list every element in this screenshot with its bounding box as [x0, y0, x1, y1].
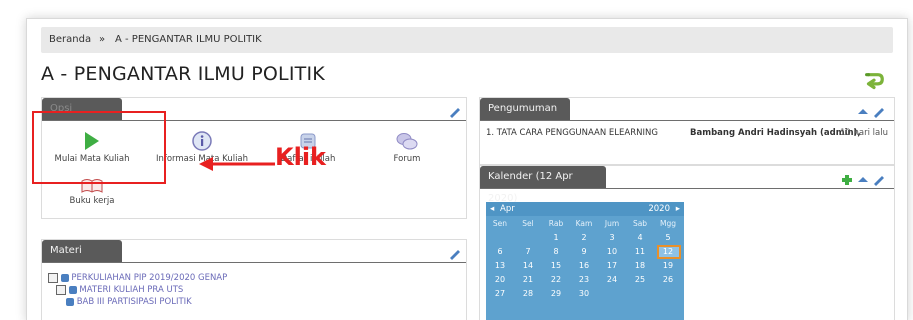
materi-header-line: [42, 262, 466, 263]
calendar-day[interactable]: 29: [544, 288, 568, 300]
info-icon: [192, 131, 212, 151]
edit-icon[interactable]: [872, 106, 886, 118]
calendar-day[interactable]: 16: [572, 260, 596, 272]
kalender-panel-title: Kalender (12 Apr 2020): [480, 166, 606, 204]
calendar-day[interactable]: 1: [544, 232, 568, 244]
calendar-day[interactable]: 20: [488, 274, 512, 286]
calendar-day-of-week: Sab: [632, 219, 648, 228]
calendar-day[interactable]: 24: [600, 274, 624, 286]
calendar-month[interactable]: Apr: [500, 202, 515, 216]
calendar-day[interactable]: 2: [572, 232, 596, 244]
calendar-day[interactable]: 30: [572, 288, 596, 300]
calendar-day-of-week: Sel: [522, 219, 534, 228]
opsi-item-label: Buku kerja: [69, 196, 115, 206]
highlight-box: [32, 111, 166, 184]
course-page: Beranda » A - PENGANTAR ILMU POLITIK A -…: [26, 18, 908, 320]
calendar-day[interactable]: 8: [544, 246, 568, 258]
course-section-icon: [66, 297, 74, 306]
breadcrumb: Beranda » A - PENGANTAR ILMU POLITIK: [41, 27, 893, 53]
opsi-item-forum[interactable]: Forum: [372, 130, 442, 164]
calendar-day-of-week: Sen: [492, 219, 508, 228]
calendar-day[interactable]: 26: [656, 274, 680, 286]
forum-icon: [396, 133, 418, 150]
materi-panel: Materi PERKULIAHAN PIP 2019/2020 GENAP M…: [41, 239, 467, 320]
calendar-day[interactable]: 14: [516, 260, 540, 272]
calendar-day[interactable]: 11: [628, 246, 652, 258]
breadcrumb-home-link[interactable]: Beranda: [49, 27, 91, 53]
edit-icon[interactable]: [448, 106, 462, 118]
tree-item-label[interactable]: MATERI KULIAH PRA UTS: [79, 285, 183, 295]
move-icon[interactable]: [856, 106, 870, 118]
calendar-day-of-week: Rab: [548, 219, 564, 228]
course-section-icon: [60, 273, 69, 282]
calendar-day-of-week: Mgg: [660, 219, 676, 228]
screen: Beranda » A - PENGANTAR ILMU POLITIK A -…: [0, 0, 913, 320]
edit-icon[interactable]: [872, 174, 886, 186]
materi-panel-title: Materi: [42, 240, 122, 262]
folder-icon: [56, 284, 66, 295]
pengumuman-header-line: [480, 120, 894, 121]
tree-item-label[interactable]: BAB III PARTISIPASI POLITIK: [77, 297, 192, 307]
calendar-day[interactable]: 15: [544, 260, 568, 272]
calendar-day[interactable]: 12: [656, 246, 680, 258]
calendar-day[interactable]: 21: [516, 274, 540, 286]
calendar-year[interactable]: 2020: [648, 202, 670, 216]
calendar-day[interactable]: 13: [488, 260, 512, 272]
calendar-widget: ◂ Apr 2020 ▸ Sen Sel Rab Kam Jum Sab Mgg 1 2 3 4 5 6…: [486, 202, 684, 320]
tree-item-label[interactable]: PERKULIAHAN PIP 2019/2020 GENAP: [71, 273, 227, 283]
calendar-day[interactable]: 7: [516, 246, 540, 258]
calendar-day[interactable]: 22: [544, 274, 568, 286]
calendar-day-of-week: Kam: [575, 219, 593, 228]
pengumuman-panel: Pengumuman 1. TATA CARA PENGGUNAAN ELEAR…: [479, 97, 895, 165]
calendar-next-icon[interactable]: ▸: [676, 202, 680, 216]
breadcrumb-separator: »: [99, 34, 106, 45]
breadcrumb-course[interactable]: A - PENGANTAR ILMU POLITIK: [115, 27, 262, 53]
move-icon[interactable]: [856, 174, 870, 186]
calendar-header: ◂ Apr 2020 ▸: [486, 202, 684, 216]
calendar-day[interactable]: 27: [488, 288, 512, 300]
edit-icon[interactable]: [448, 248, 462, 260]
announcement-title[interactable]: 1. TATA CARA PENGGUNAAN ELEARNING: [486, 128, 658, 138]
page-title: A - PENGANTAR ILMU POLITIK: [41, 63, 325, 85]
calendar-day[interactable]: 10: [600, 246, 624, 258]
calendar-day[interactable]: 4: [628, 232, 652, 244]
opsi-item-label: Forum: [393, 154, 421, 164]
tree-item[interactable]: PERKULIAHAN PIP 2019/2020 GENAP: [48, 272, 227, 284]
calendar-day[interactable]: 28: [516, 288, 540, 300]
kalender-panel: Kalender (12 Apr 2020) ◂ Apr 2020 ▸ Sen S…: [479, 165, 895, 320]
arrow-icon: [199, 157, 275, 171]
add-icon[interactable]: [840, 174, 854, 186]
course-section-icon: [68, 285, 77, 294]
calendar-day[interactable]: 17: [600, 260, 624, 272]
announcement-author: Bambang Andri Hadinsyah (admin),: [690, 128, 861, 138]
calendar-day[interactable]: 18: [628, 260, 652, 272]
calendar-day-of-week: Jum: [604, 219, 620, 228]
annotation-label: Klik: [275, 143, 327, 171]
tree-item[interactable]: MATERI KULIAH PRA UTS: [56, 284, 183, 296]
calendar-day[interactable]: 9: [572, 246, 596, 258]
calendar-day[interactable]: 19: [656, 260, 680, 272]
calendar-prev-icon[interactable]: ◂: [490, 202, 494, 216]
kalender-header-line: [480, 188, 894, 189]
announcement-time: 10 hari lalu: [840, 128, 888, 138]
calendar-day[interactable]: 23: [572, 274, 596, 286]
calendar-day[interactable]: 25: [628, 274, 652, 286]
pengumuman-panel-title: Pengumuman: [480, 98, 570, 120]
return-icon[interactable]: [863, 71, 885, 93]
calendar-day[interactable]: 6: [488, 246, 512, 258]
calendar-day[interactable]: 3: [600, 232, 624, 244]
tree-item[interactable]: BAB III PARTISIPASI POLITIK: [66, 296, 192, 308]
folder-icon: [48, 272, 58, 283]
calendar-day[interactable]: 5: [656, 232, 680, 244]
